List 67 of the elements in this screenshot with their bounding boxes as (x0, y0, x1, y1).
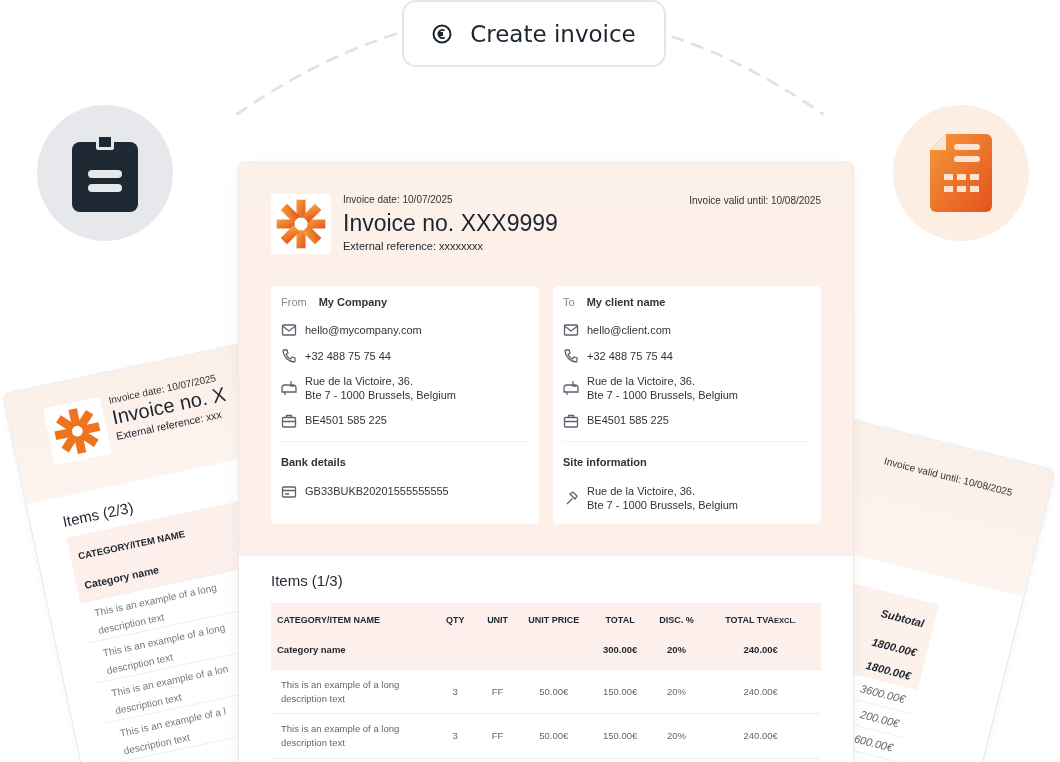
party-name: My client name (586, 296, 666, 308)
contact-text: Rue de la Victoire, 36. Bte 7 - 1000 Brussels, Belgium (305, 374, 457, 403)
contact-text: hello@mycompany.com (305, 322, 422, 338)
items-heading: Items (1/3) (271, 572, 344, 590)
table-cell: 3 (452, 685, 458, 697)
table-cell: 150.00€ (602, 685, 638, 697)
contact-text: BE4501 585 225 (587, 413, 669, 428)
table-cell: 1800.00€ (864, 659, 913, 682)
section-title: Bank details (281, 455, 346, 468)
table-cell: Category name (83, 563, 160, 591)
column-header: UNIT (475, 603, 520, 636)
invoice-date: Invoice date: 10/07/2025 (343, 194, 454, 205)
clipboard-icon (72, 134, 138, 212)
table-cell: FF (491, 730, 504, 742)
column-header: QTY (435, 603, 476, 636)
spreadsheet-icon (930, 134, 992, 212)
table-cell: Category name (277, 643, 346, 655)
contact-text: BE4501 585 225 (305, 413, 387, 428)
card-icon (281, 483, 297, 500)
party-name: My Company (318, 296, 388, 308)
column-header: UNIT PRICE (519, 603, 588, 636)
contact-text: +32 488 75 75 44 (305, 348, 391, 364)
euro-icon (432, 23, 453, 44)
table-cell: 20% (666, 730, 686, 742)
table-cell: 3 (452, 730, 458, 742)
party-role: From (281, 296, 307, 308)
mail-icon (281, 322, 297, 338)
table-cell: 1800.00€ (870, 635, 919, 659)
phone-icon (281, 348, 297, 364)
contact-text: hello@client.com (587, 322, 671, 338)
mailbox-icon (563, 380, 579, 397)
table-cell: FF (491, 685, 504, 697)
contact-text: +32 488 75 75 44 (587, 348, 673, 364)
mailbox-icon (281, 380, 297, 397)
column-header: DISC. % (652, 603, 701, 636)
column-header: Subtotal (879, 607, 926, 630)
briefcase-icon (563, 412, 579, 429)
contact-text: Rue de la Victoire, 36. Bte 7 - 1000 Brussels, Belgium (587, 483, 739, 513)
table-cell: 20% (666, 685, 686, 697)
column-header: CATEGORY/ITEM NAME (271, 603, 435, 636)
mail-icon (563, 322, 579, 338)
table-cell: 200.00€ (858, 708, 901, 730)
table-cell: 3600.00€ (859, 682, 907, 706)
logo-icon (271, 194, 331, 254)
table-cell: 240.00€ (743, 730, 778, 742)
items-heading: Items (2/3) (61, 498, 135, 530)
table-cell: This is an example of a long description text (281, 678, 400, 704)
table-cell: 240.00€ (743, 685, 778, 697)
table-cell: 240.00€ (743, 643, 778, 655)
table-cell: This is an example of a long description text (281, 723, 400, 749)
table-cell: 600.00€ (852, 732, 895, 754)
table-cell: 50.00€ (539, 685, 569, 697)
party-role: To (563, 296, 575, 308)
table-cell: 150.00€ (602, 730, 638, 742)
briefcase-icon (281, 412, 297, 429)
section-title: Site information (563, 455, 647, 468)
contact-text: Rue de la Victoire, 36. Bte 7 - 1000 Brussels, Belgium (587, 374, 739, 403)
external-reference: External reference: xxxxxxxx (343, 240, 484, 252)
invoice-title: Invoice no. XXX9999 (343, 210, 558, 237)
table-cell: 50.00€ (539, 730, 569, 742)
create-invoice-button[interactable]: Create invoice (402, 0, 666, 67)
table-cell: 20% (666, 643, 686, 655)
contact-text: GB33BUKB20201555555555 (305, 484, 449, 499)
column-header: TOTAL (587, 603, 653, 636)
phone-icon (563, 348, 579, 364)
table-cell: 300.00€ (602, 643, 638, 655)
invoice-valid-until: Invoice valid until: 10/08/2025 (689, 195, 821, 206)
